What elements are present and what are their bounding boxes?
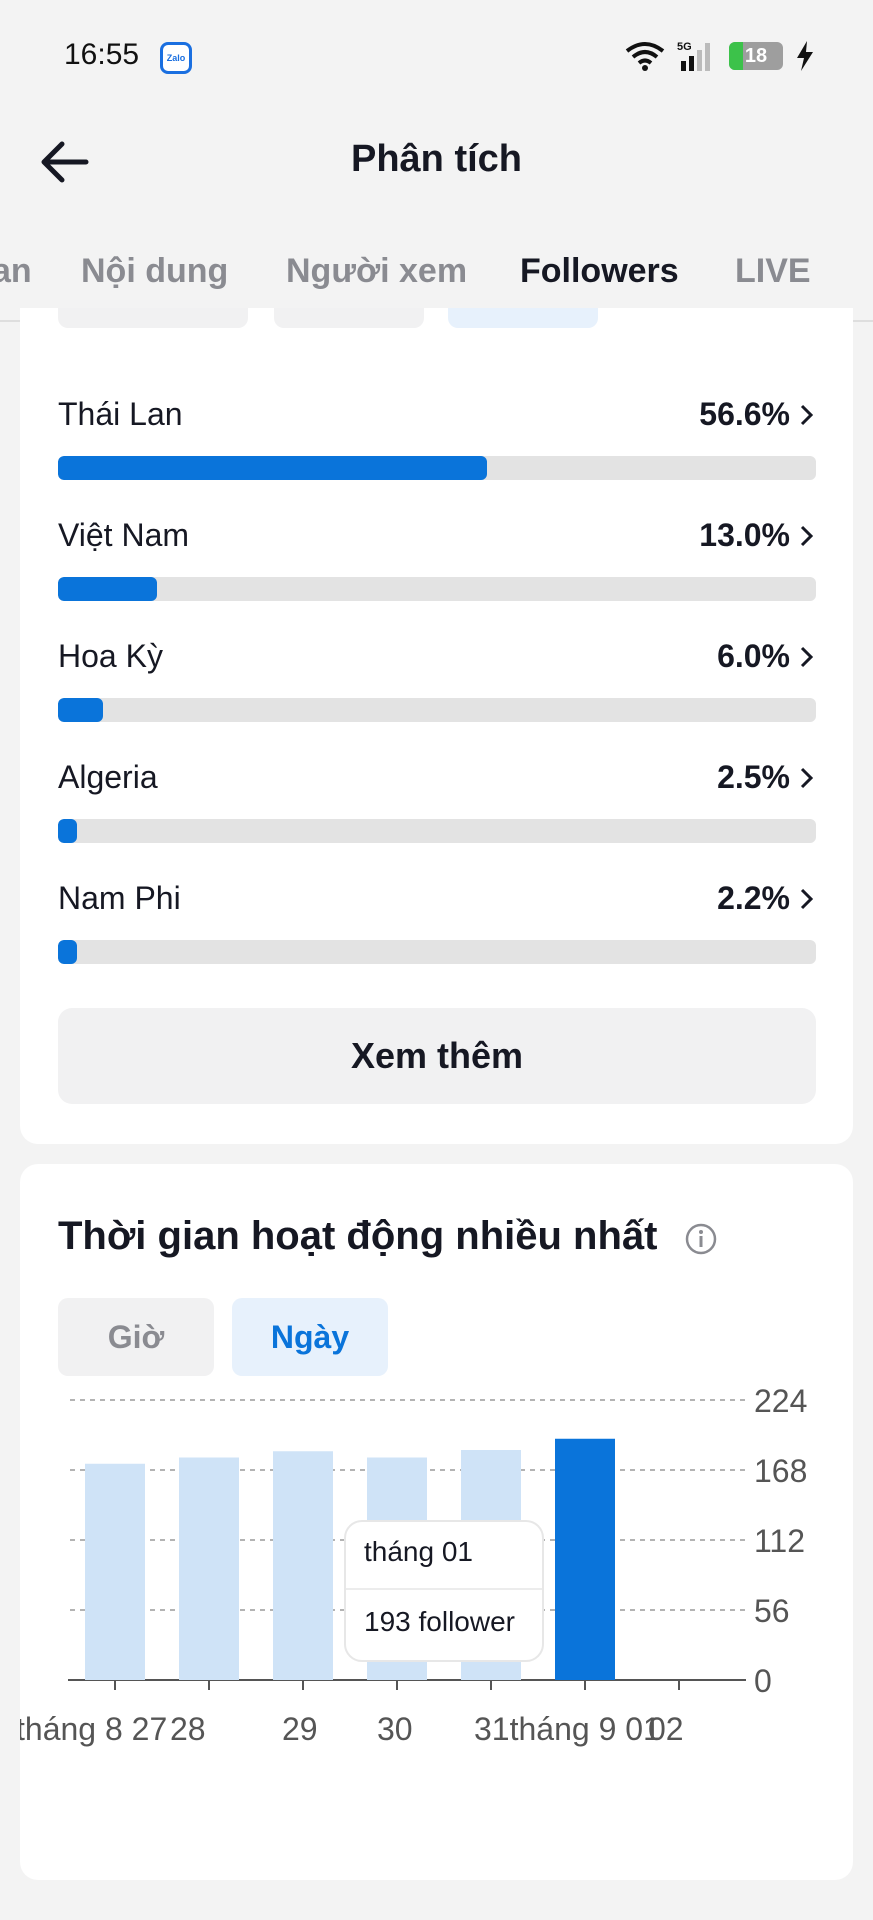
x-tick-label: 30 bbox=[377, 1711, 413, 1747]
tab-overview[interactable]: an bbox=[0, 252, 32, 291]
battery-icon: 18 bbox=[729, 42, 783, 70]
chevron-right-icon bbox=[800, 525, 814, 547]
x-tick-label: 29 bbox=[282, 1711, 318, 1747]
percent-bar-track bbox=[58, 577, 816, 601]
country-percent: 13.0% bbox=[699, 517, 790, 553]
status-bar: 16:55 Zalo 5G 18 bbox=[0, 0, 873, 112]
filter-chip[interactable] bbox=[58, 308, 248, 328]
country-row[interactable]: Algeria 2.5% bbox=[58, 759, 816, 859]
status-time: 16:55 bbox=[64, 38, 140, 71]
x-tick-label: 02 bbox=[648, 1711, 684, 1747]
tab-content[interactable]: Nội dung bbox=[81, 252, 228, 291]
country-name: Hoa Kỳ bbox=[58, 638, 163, 674]
country-name: Thái Lan bbox=[58, 396, 183, 432]
percent-bar-track bbox=[58, 819, 816, 843]
y-tick-label: 0 bbox=[754, 1663, 772, 1699]
percent-bar-track bbox=[58, 940, 816, 964]
tooltip-divider bbox=[346, 1588, 542, 1590]
filter-chip-selected[interactable] bbox=[448, 308, 598, 328]
chevron-right-icon bbox=[800, 646, 814, 668]
country-row[interactable]: Hoa Kỳ 6.0% bbox=[58, 638, 816, 738]
bar bbox=[273, 1451, 333, 1680]
chevron-right-icon bbox=[800, 404, 814, 426]
country-name: Việt Nam bbox=[58, 517, 190, 553]
country-row[interactable]: Nam Phi 2.2% bbox=[58, 880, 816, 980]
chart-tooltip: tháng 01 193 follower bbox=[344, 1520, 544, 1662]
percent-bar-fill bbox=[58, 577, 157, 601]
cellular-signal-icon: 5G bbox=[677, 41, 710, 71]
percent-bar-fill bbox=[58, 819, 77, 843]
header: Phân tích bbox=[0, 112, 873, 212]
x-tick-label: tháng 8 27 bbox=[20, 1711, 167, 1747]
wifi-icon bbox=[625, 42, 665, 71]
country-percent: 6.0% bbox=[717, 638, 790, 674]
chevron-right-icon bbox=[800, 888, 814, 910]
tab-viewers[interactable]: Người xem bbox=[286, 252, 467, 291]
tooltip-date: tháng 01 bbox=[364, 1536, 473, 1567]
status-indicators: 5G 18 bbox=[625, 38, 815, 74]
country-name: Nam Phi bbox=[58, 880, 181, 916]
tab-live[interactable]: LIVE bbox=[735, 252, 811, 291]
percent-bar-track bbox=[58, 698, 816, 722]
x-tick-label: 28 bbox=[170, 1711, 206, 1747]
info-icon[interactable] bbox=[684, 1222, 718, 1256]
percent-bar-fill bbox=[58, 456, 488, 480]
country-card: Thái Lan 56.6% Việt Nam 13.0% Hoa Kỳ 6.0… bbox=[20, 308, 853, 1144]
bar bbox=[179, 1457, 239, 1680]
tooltip-value: 193 follower bbox=[364, 1606, 515, 1637]
y-tick-label: 112 bbox=[754, 1523, 805, 1559]
country-percent: 2.5% bbox=[717, 759, 790, 795]
see-more-button[interactable]: Xem thêm bbox=[58, 1008, 816, 1104]
country-percent: 56.6% bbox=[699, 396, 790, 432]
segment-day[interactable]: Ngày bbox=[232, 1298, 388, 1376]
page-title: Phân tích bbox=[350, 138, 523, 180]
bar bbox=[85, 1463, 145, 1680]
battery-level: 18 bbox=[744, 45, 768, 67]
country-percent: 2.2% bbox=[717, 880, 790, 916]
percent-bar-fill bbox=[58, 698, 104, 722]
bar-selected bbox=[555, 1438, 615, 1680]
y-tick-label: 168 bbox=[754, 1453, 807, 1489]
activity-card: Thời gian hoạt động nhiều nhất Giờ Ngày … bbox=[20, 1164, 853, 1880]
network-type-label: 5G bbox=[677, 41, 692, 53]
percent-bar-fill bbox=[58, 940, 77, 964]
country-row[interactable]: Việt Nam 13.0% bbox=[58, 517, 816, 617]
chevron-right-icon bbox=[800, 767, 814, 789]
country-row[interactable]: Thái Lan 56.6% bbox=[58, 396, 816, 496]
tab-bar: an Nội dung Người xem Followers LIVE bbox=[0, 212, 873, 322]
y-tick-label: 56 bbox=[754, 1593, 790, 1629]
y-tick-label: 224 bbox=[754, 1384, 807, 1419]
section-title: Thời gian hoạt động nhiều nhất bbox=[58, 1214, 658, 1258]
filter-chip[interactable] bbox=[274, 308, 424, 328]
x-tick-label: 31tháng 9 01 bbox=[474, 1711, 661, 1747]
zalo-app-icon: Zalo bbox=[160, 42, 192, 74]
charging-bolt-icon bbox=[797, 41, 813, 71]
percent-bar-track bbox=[58, 456, 816, 480]
segment-hour[interactable]: Giờ bbox=[58, 1298, 214, 1376]
country-name: Algeria bbox=[58, 759, 158, 795]
tab-followers[interactable]: Followers bbox=[520, 252, 679, 291]
